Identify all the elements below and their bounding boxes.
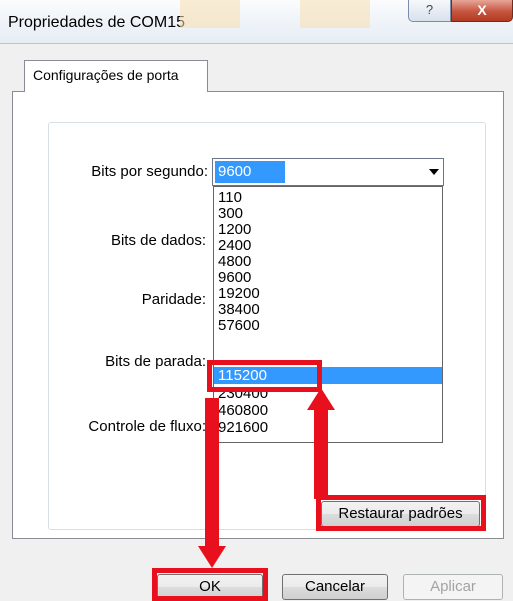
option-110[interactable]: 110 — [214, 190, 442, 205]
option-4800[interactable]: 4800 — [214, 254, 442, 269]
option-921600[interactable]: 921600 — [214, 420, 442, 435]
label-paridade: Paridade: — [141, 291, 206, 308]
label-bits-de-parada: Bits de parada: — [105, 353, 206, 370]
option-1200[interactable]: 1200 — [214, 222, 442, 237]
help-button[interactable]: ? — [408, 0, 451, 22]
annotation-box-restaurar — [316, 495, 486, 531]
close-button[interactable]: X — [451, 0, 513, 22]
watermark-band — [180, 0, 240, 28]
option-2400[interactable]: 2400 — [214, 238, 442, 253]
option-57600[interactable]: 57600 — [214, 318, 442, 333]
label-bits-de-dados: Bits de dados: — [110, 232, 206, 249]
annotation-box-115200 — [207, 360, 322, 392]
option-9600[interactable]: 9600 — [214, 270, 442, 285]
chevron-down-icon[interactable] — [429, 169, 439, 175]
watermark-band — [300, 0, 370, 28]
apply-button: Aplicar — [403, 574, 503, 600]
cancel-button[interactable]: Cancelar — [282, 574, 388, 600]
annotation-box-ok — [152, 568, 268, 601]
label-bits-por-segundo: Bits por segundo: — [91, 163, 208, 180]
window-title: Propriedades de COM15 — [8, 14, 185, 31]
label-controle-de-fluxo: Controle de fluxo: — [88, 418, 206, 435]
annotation-arrow-up-head — [307, 388, 335, 410]
annotation-arrow-up-shaft — [314, 408, 328, 499]
close-icon: X — [477, 2, 487, 18]
option-19200[interactable]: 19200 — [214, 286, 442, 301]
option-38400[interactable]: 38400 — [214, 302, 442, 317]
title-bar: Propriedades de COM15 ? X — [0, 0, 513, 44]
option-300[interactable]: 300 — [214, 206, 442, 221]
tab-configuracoes-de-porta[interactable]: Configurações de porta — [24, 60, 208, 92]
combobox-selected-value: 9600 — [215, 161, 285, 183]
annotation-arrow-down-shaft — [205, 398, 219, 548]
annotation-arrow-down-head — [198, 546, 226, 568]
bits-por-segundo-combobox[interactable]: 9600 — [212, 158, 444, 186]
help-icon: ? — [425, 2, 434, 17]
tab-label: Configurações de porta — [33, 67, 179, 83]
